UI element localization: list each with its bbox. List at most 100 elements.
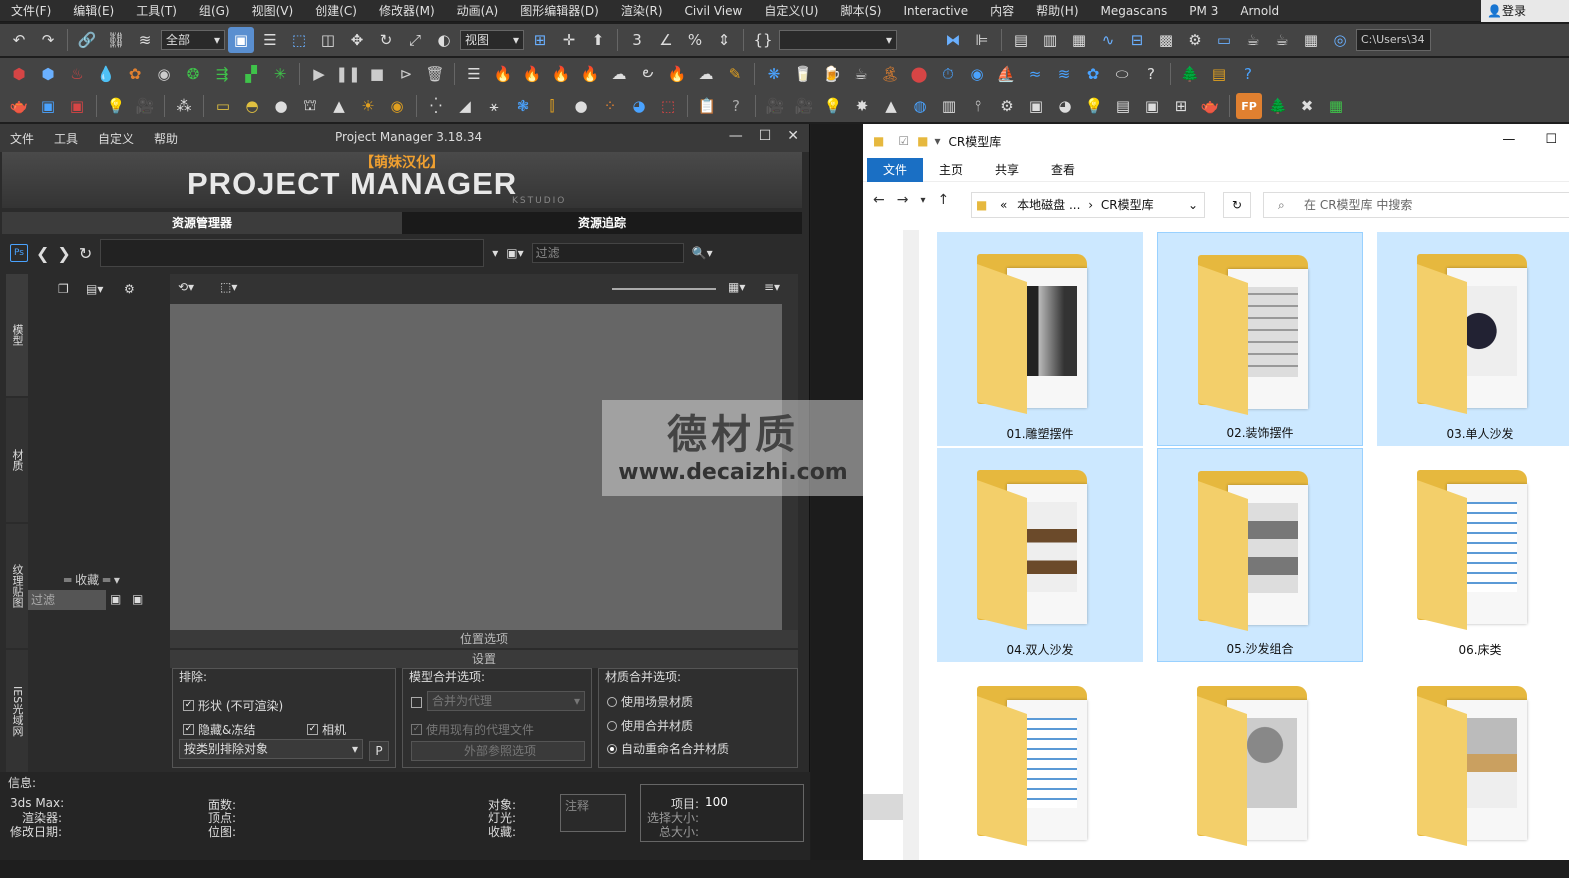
login-button[interactable]: 👤登录 xyxy=(1481,0,1569,22)
render-iterative-icon[interactable]: ☕ xyxy=(1269,27,1295,53)
teapot-2-icon[interactable]: 🫖 xyxy=(1197,93,1223,119)
explorer-nav-pane[interactable] xyxy=(863,230,919,860)
scale-icon[interactable]: ⤢ xyxy=(402,27,428,53)
ribbon-icon[interactable]: ▦ xyxy=(1066,27,1092,53)
play-circle-icon[interactable]: ⊳ xyxy=(393,61,419,87)
dots-icon[interactable]: ⁂ xyxy=(171,93,197,119)
thumbnail-size-slider[interactable] xyxy=(612,288,716,290)
tab-asset-tracking[interactable]: 资源追踪 xyxy=(402,212,802,234)
menu-animation[interactable]: 动画(A) xyxy=(446,0,510,22)
pm-menu-customize[interactable]: 自定义 xyxy=(88,130,144,147)
edit-named-selection-icon[interactable]: {} xyxy=(750,27,776,53)
favorites-filter-input[interactable]: 过滤 xyxy=(28,590,106,610)
use-existing-proxy-checkbox[interactable]: ✓ 使用现有的代理文件 xyxy=(411,721,534,738)
menu-customize[interactable]: 自定义(U) xyxy=(753,0,829,22)
liquid-sea-icon[interactable]: ≈ xyxy=(1022,61,1048,87)
explorer-minimize-icon[interactable]: — xyxy=(1502,132,1515,147)
nav-up-icon[interactable]: ↑ xyxy=(938,192,950,208)
spreadsheet-icon[interactable]: ▦ xyxy=(1323,93,1349,119)
folder-item[interactable] xyxy=(1377,664,1569,878)
fire-2-icon[interactable]: 🔥 xyxy=(519,61,545,87)
explorer-address-bar[interactable]: ■ « 本地磁盘 ... › CR模型库 ⌄ xyxy=(971,192,1205,218)
undo-icon[interactable]: ↶ xyxy=(6,27,32,53)
gear-icon[interactable]: ⚙ xyxy=(124,282,135,296)
window-icon[interactable]: ❐ xyxy=(58,282,69,296)
rotate-icon[interactable]: ↻ xyxy=(373,27,399,53)
vray-buffer-icon[interactable]: ▣ xyxy=(64,93,90,119)
maximize-icon[interactable]: ☐ xyxy=(759,128,772,144)
help-circle-icon[interactable]: ? xyxy=(723,93,749,119)
select-object-icon[interactable]: ▣ xyxy=(228,27,254,53)
mesh-light-icon[interactable]: ⛫ xyxy=(297,93,323,119)
sphere-light-icon[interactable]: ● xyxy=(268,93,294,119)
back-icon[interactable]: ❮ xyxy=(36,244,49,263)
pm-path-field[interactable] xyxy=(100,239,485,267)
auto-rename-material-radio[interactable]: 自动重命名合并材质 xyxy=(607,740,729,757)
rect-selection-icon[interactable]: ⬚ xyxy=(286,27,312,53)
capture-icon[interactable]: ⬚ xyxy=(655,93,681,119)
plane-icon[interactable]: ◢ xyxy=(452,93,478,119)
use-merged-material-radio[interactable]: 使用合并材质 xyxy=(607,717,693,734)
schematic-view-icon[interactable]: ⊟ xyxy=(1124,27,1150,53)
liquid-cup-icon[interactable]: 🥛 xyxy=(790,61,816,87)
grass-icon[interactable]: ⫿ xyxy=(539,93,565,119)
menu-file[interactable]: 文件(F) xyxy=(0,0,62,22)
vtab-materials[interactable]: 材质 xyxy=(6,398,28,522)
nav-pane-selected-item[interactable] xyxy=(863,794,903,820)
render-icon[interactable]: ☕ xyxy=(1240,27,1266,53)
menu-tools[interactable]: 工具(T) xyxy=(125,0,188,22)
fire-1-icon[interactable]: 🔥 xyxy=(490,61,516,87)
tab-asset-browser[interactable]: 资源管理器 xyxy=(2,212,402,234)
folder-item[interactable]: 06.床类 xyxy=(1377,448,1569,662)
play-icon[interactable]: ▶ xyxy=(306,61,332,87)
lamp-icon[interactable]: 💡 xyxy=(1081,93,1107,119)
nav-back-icon[interactable]: ← xyxy=(873,192,885,208)
mirror-icon[interactable]: ⧓ xyxy=(940,27,966,53)
vray-cluster-icon[interactable]: ✿ xyxy=(122,61,148,87)
ribbon-share-tab[interactable]: 共享 xyxy=(979,158,1035,182)
scene-explorer-icon[interactable]: ▤ xyxy=(1008,27,1034,53)
panel-2-icon[interactable]: ▣ xyxy=(1139,93,1165,119)
photoshop-icon[interactable]: Ps xyxy=(10,244,28,262)
palette-icon[interactable]: ◕ xyxy=(1052,93,1078,119)
location-options-bar[interactable]: 位置选项 xyxy=(170,630,798,648)
layer-explorer-icon[interactable]: ▥ xyxy=(1037,27,1063,53)
window-crossing-icon[interactable]: ◫ xyxy=(315,27,341,53)
menu-civil-view[interactable]: Civil View xyxy=(674,0,754,22)
keyboard-shortcut-icon[interactable]: ⬆ xyxy=(585,27,611,53)
address-dropdown-icon[interactable]: ⌄ xyxy=(1188,193,1198,217)
vtab-textures[interactable]: 纹理贴图 xyxy=(6,524,28,648)
folder-item[interactable]: 01.雕塑摆件 xyxy=(937,232,1143,446)
crosshair-icon[interactable]: ⊞ xyxy=(1168,93,1194,119)
forward-icon[interactable]: ❯ xyxy=(57,244,70,263)
vray-gear-green-icon[interactable]: ❂ xyxy=(180,61,206,87)
pm-menu-file[interactable]: 文件 xyxy=(0,130,44,147)
explorer-maximize-icon[interactable]: ☐ xyxy=(1545,132,1557,147)
folder-item[interactable] xyxy=(937,664,1143,878)
snaps-toggle-icon[interactable]: 3 xyxy=(624,27,650,53)
tree-icon[interactable]: ▲ xyxy=(878,93,904,119)
selection-filter-dropdown[interactable]: 全部 xyxy=(161,30,225,50)
link-icon[interactable]: 🔗 xyxy=(74,27,100,53)
menu-megascans[interactable]: Megascans xyxy=(1090,0,1179,22)
vtab-ies[interactable]: IES光域网 xyxy=(6,650,28,772)
flame-icon[interactable]: 🔥 xyxy=(664,61,690,87)
move-icon[interactable]: ✥ xyxy=(344,27,370,53)
folder-item[interactable]: 05.沙发组合 xyxy=(1157,448,1363,662)
liquid-bowl-icon[interactable]: ☕ xyxy=(848,61,874,87)
liquid-waves-icon[interactable]: ≋ xyxy=(1051,61,1077,87)
menu-rendering[interactable]: 渲染(R) xyxy=(610,0,674,22)
folder-item[interactable] xyxy=(1157,664,1363,878)
liquid-wave-icon[interactable]: ◉ xyxy=(964,61,990,87)
project-path-field[interactable]: C:\Users\34 xyxy=(1356,29,1431,51)
qat-dropdown-icon[interactable]: ▾ xyxy=(934,134,940,148)
vray-logo-icon[interactable]: ◕ xyxy=(626,93,652,119)
exclude-p-button[interactable]: P xyxy=(369,741,389,761)
menu-edit[interactable]: 编辑(E) xyxy=(62,0,125,22)
fp-icon[interactable]: FP xyxy=(1236,93,1262,119)
menu-pm3[interactable]: PM 3 xyxy=(1178,0,1229,22)
help-icon[interactable]: ? xyxy=(1138,61,1164,87)
exclude-by-category-dropdown[interactable]: 按类别排除对象 ▾ xyxy=(179,739,363,759)
settings-bar[interactable]: 设置 xyxy=(170,650,798,668)
menu-create[interactable]: 创建(C) xyxy=(304,0,368,22)
